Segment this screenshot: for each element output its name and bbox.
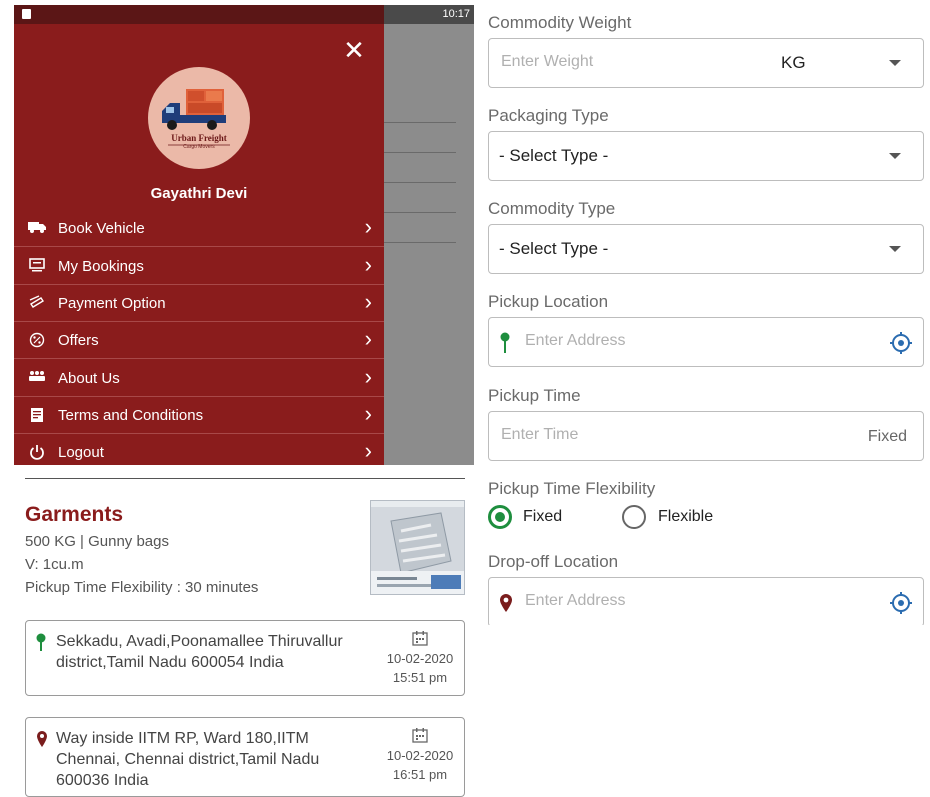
- chevron-right-icon: ›: [364, 326, 372, 351]
- close-icon[interactable]: ✕: [342, 37, 366, 63]
- commodity-weight-label: Commodity Weight: [488, 13, 632, 32]
- drawer: ✕ Urban Freight Cargo Movers Gayathri De…: [14, 24, 384, 465]
- people-icon: [28, 370, 46, 386]
- cargo-title: Garments: [25, 503, 124, 526]
- chevron-right-icon: ›: [364, 289, 372, 314]
- chevron-down-icon[interactable]: [889, 60, 901, 66]
- truck-logo-icon: [162, 89, 230, 146]
- pickup-flexibility-label: Pickup Time Flexibility: [488, 479, 656, 498]
- cargo-volume: V: 1cu.m: [25, 556, 84, 573]
- drop-location-card[interactable]: Way inside IITM RP, Ward 180,IITM Chenna…: [25, 717, 465, 797]
- commodity-type-label: Commodity Type: [488, 199, 616, 218]
- pickup-address-input[interactable]: [525, 332, 775, 350]
- dropoff-location-field: [488, 577, 924, 625]
- pickup-date: 10-02-2020: [386, 651, 454, 666]
- brand-tagline: Cargo Movers: [183, 144, 215, 150]
- menu-item-about-us[interactable]: About Us ›: [14, 360, 384, 397]
- menu-item-label: About Us: [58, 370, 120, 387]
- weight-unit-select[interactable]: KG: [781, 53, 806, 73]
- pickup-time-mode: Fixed: [867, 428, 907, 445]
- drop-date: 10-02-2020: [386, 748, 454, 763]
- dropoff-field-clip: [480, 577, 930, 625]
- pickup-address: Sekkadu, Avadi,Poonamallee Thiruvallur d…: [56, 633, 343, 671]
- drop-time: 16:51 pm: [392, 767, 448, 782]
- drop-pin-icon: [499, 593, 513, 618]
- my-location-icon[interactable]: [889, 591, 913, 615]
- chevron-right-icon: ›: [364, 252, 372, 277]
- menu-item-label: Offers: [58, 332, 99, 349]
- calendar-icon: [412, 631, 428, 646]
- document-icon: [28, 407, 46, 423]
- chevron-down-icon: [889, 153, 901, 159]
- pickup-location-card[interactable]: Sekkadu, Avadi,Poonamallee Thiruvallur d…: [25, 620, 465, 696]
- discount-icon: [28, 332, 46, 348]
- pickup-time-input[interactable]: [501, 426, 751, 444]
- pickup-time-field: Fixed: [488, 411, 924, 461]
- packaging-type-label: Packaging Type: [488, 106, 609, 125]
- status-time: 10:17: [442, 8, 470, 20]
- commodity-weight-field: KG: [488, 38, 924, 88]
- radio-flexible[interactable]: [622, 505, 646, 529]
- menu-item-payment-option[interactable]: Payment Option ›: [14, 285, 384, 322]
- booking-summary: Garments 500 KG | Gunny bags V: 1cu.m Pi…: [0, 470, 480, 797]
- menu-item-book-vehicle[interactable]: Book Vehicle ›: [14, 210, 384, 247]
- status-bar: 10:17: [14, 5, 474, 24]
- pickup-location-field: [488, 317, 924, 367]
- pickup-time: 15:51 pm: [392, 670, 448, 685]
- map-thumbnail[interactable]: [370, 500, 465, 595]
- drop-address: Way inside IITM RP, Ward 180,IITM Chenna…: [56, 730, 320, 789]
- chevron-right-icon: ›: [364, 438, 372, 463]
- pickup-location-label: Pickup Location: [488, 292, 609, 311]
- packaging-type-value: - Select Type -: [499, 146, 609, 165]
- truck-icon: [28, 220, 46, 236]
- menu-item-label: Book Vehicle: [58, 220, 145, 237]
- navigation-drawer-screen: 10:17 ✕ Urban Freight Cargo Movers Gayat…: [14, 5, 474, 465]
- menu-item-label: Payment Option: [58, 295, 166, 312]
- packaging-type-select[interactable]: - Select Type -: [488, 131, 924, 181]
- brand-name: Urban Freight: [171, 133, 227, 143]
- calendar-icon: [412, 728, 428, 743]
- commodity-type-select[interactable]: - Select Type -: [488, 224, 924, 274]
- chevron-down-icon: [889, 246, 901, 252]
- dropoff-address-input[interactable]: [525, 592, 775, 610]
- monitor-icon: [28, 258, 46, 274]
- notification-icon: [22, 9, 31, 19]
- cargo-weight-packaging: 500 KG | Gunny bags: [25, 533, 169, 550]
- radio-flexible-label[interactable]: Flexible: [658, 508, 713, 526]
- user-name: Gayathri Devi: [150, 185, 248, 202]
- pickup-time-label: Pickup Time: [488, 386, 581, 405]
- drawer-backdrop[interactable]: [384, 24, 474, 465]
- booking-form: Commodity Weight KG Packaging Type - Sel…: [480, 0, 930, 625]
- chevron-right-icon: ›: [364, 214, 372, 239]
- divider: [25, 478, 465, 479]
- menu-item-terms[interactable]: Terms and Conditions ›: [14, 397, 384, 434]
- cargo-flexibility: Pickup Time Flexibility : 30 minutes: [25, 579, 259, 596]
- menu-item-my-bookings[interactable]: My Bookings ›: [14, 248, 384, 285]
- menu-item-logout[interactable]: Logout ›: [14, 434, 384, 465]
- radio-selected-dot: [495, 512, 505, 522]
- menu-item-label: Terms and Conditions: [58, 407, 204, 424]
- power-icon: [28, 444, 46, 460]
- brand-logo-avatar: Urban Freight Cargo Movers: [148, 67, 250, 169]
- weight-input[interactable]: [501, 53, 751, 71]
- money-icon: [28, 295, 46, 311]
- pickup-pin-icon: [500, 332, 510, 359]
- commodity-type-value: - Select Type -: [499, 239, 609, 258]
- radio-fixed[interactable]: [488, 505, 512, 529]
- my-location-icon[interactable]: [889, 331, 913, 355]
- chevron-right-icon: ›: [364, 401, 372, 426]
- pickup-pin-icon: [36, 633, 46, 656]
- menu-item-offers[interactable]: Offers ›: [14, 322, 384, 359]
- chevron-right-icon: ›: [364, 364, 372, 389]
- drop-pin-icon: [36, 730, 48, 753]
- dropoff-location-label: Drop-off Location: [488, 552, 619, 571]
- menu-item-label: My Bookings: [58, 258, 144, 275]
- menu-item-label: Logout: [58, 444, 104, 461]
- radio-fixed-label[interactable]: Fixed: [523, 508, 562, 526]
